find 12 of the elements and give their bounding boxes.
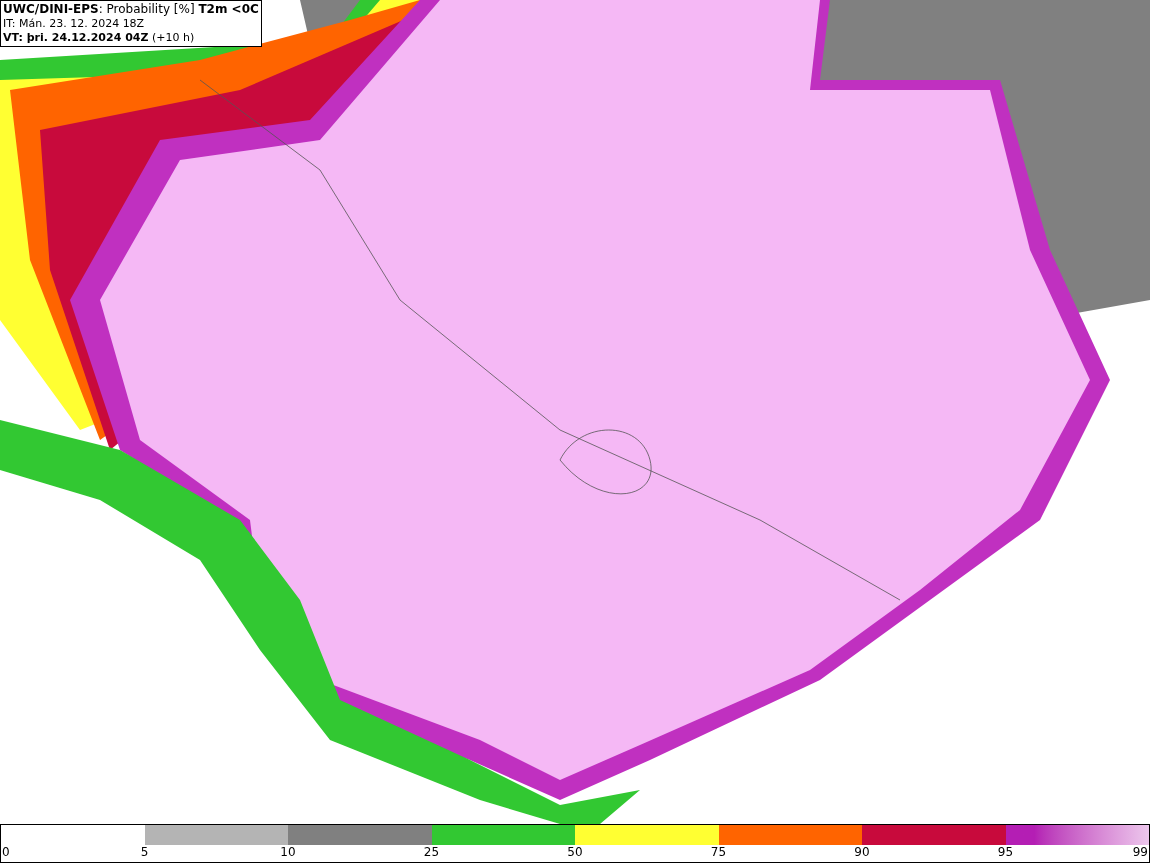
- header-text: VT: þri. 24.12.2024 04Z (+10 h): [3, 31, 196, 45]
- legend-label: 99: [1132, 845, 1148, 860]
- header-text: UWC/DINI-EPS: Probability [%] T2m <0C: [3, 2, 259, 17]
- legend-label: 75: [710, 845, 727, 860]
- legend-label: 95: [997, 845, 1014, 860]
- legend-label: 0: [2, 845, 10, 860]
- header-text: IT: Mán. 23. 12. 2024 18Z: [3, 17, 146, 31]
- legend-label: 50: [567, 845, 583, 860]
- legend-label: 90: [854, 845, 870, 860]
- legend-label: 25: [423, 845, 440, 860]
- legend-label: 5: [140, 845, 149, 860]
- legend-label: 10: [280, 845, 296, 860]
